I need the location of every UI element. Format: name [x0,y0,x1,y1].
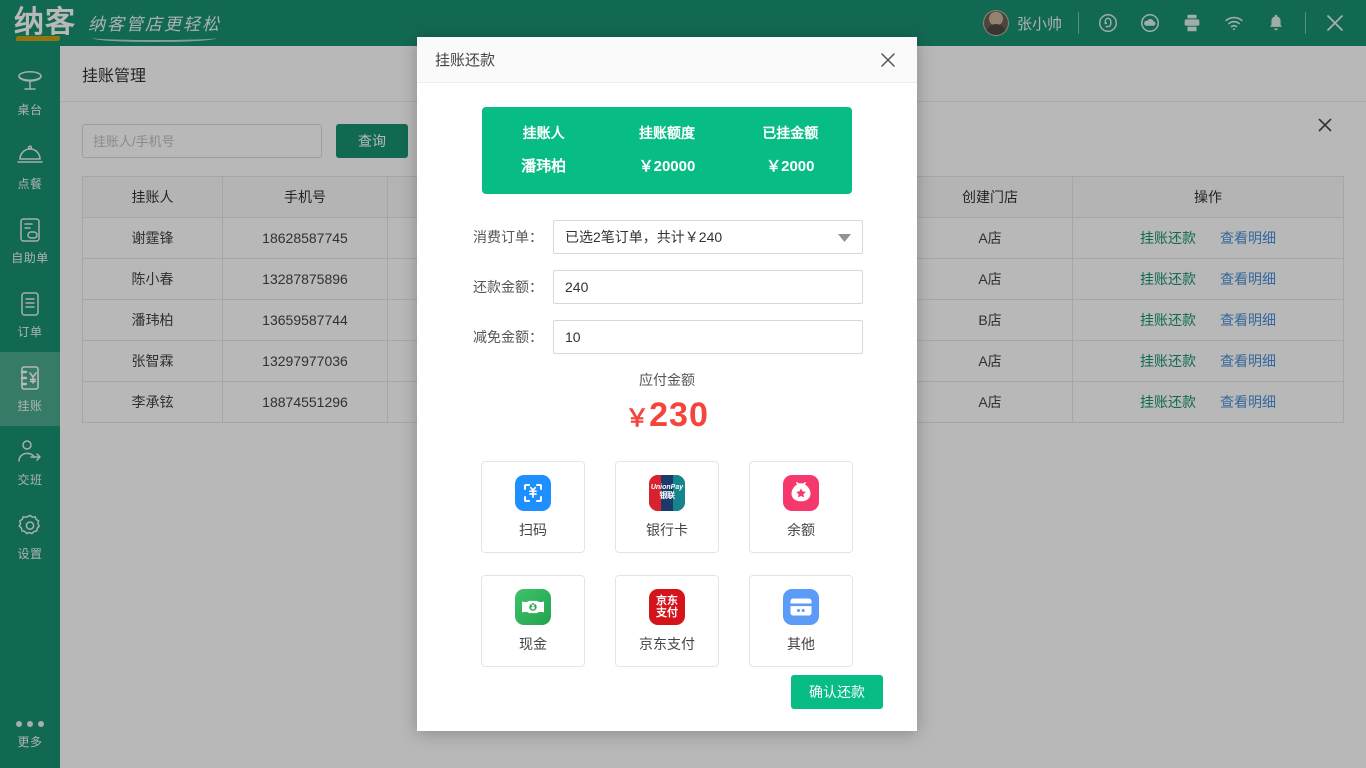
repay-amount-label: 还款金额： [471,277,553,297]
due-amount-label: 应付金额 [417,370,917,390]
close-icon[interactable] [877,49,899,71]
payment-method-other[interactable]: 其他 [749,575,853,667]
payment-method-jdpay[interactable]: 京东 支付 京东支付 [615,575,719,667]
payment-method-balance[interactable]: 余额 [749,461,853,553]
modal-footer: 确认还款 [417,675,917,731]
repayment-form: 消费订单： 已选2笔订单，共计￥240 还款金额： 240 减免金 [471,220,863,354]
summary-value: ￥20000 [605,155,728,176]
discount-amount-value: 10 [565,329,581,345]
discount-amount-input[interactable]: 10 [553,320,863,354]
unionpay-card-icon: UnionPay 银联 [649,475,685,511]
payment-method-label: 余额 [787,520,815,540]
other-card-icon [783,589,819,625]
due-amount-number: 230 [649,396,709,434]
repay-amount-value: 240 [565,279,588,295]
due-amount-value: ￥230 [417,396,917,435]
summary-value: 潘玮柏 [482,155,605,176]
app-root: 纳客 纳客管店更轻松 张小帅 [0,0,1366,768]
due-amount-block: 应付金额 ￥230 [417,370,917,435]
payment-method-scan[interactable]: 扫码 [481,461,585,553]
repayment-modal: 挂账还款 挂账人 潘玮柏 挂账额度 ￥20000 已挂金额 ￥20 [417,37,917,731]
orders-label: 消费订单： [471,227,553,247]
form-row-discount-amount: 减免金额： 10 [471,320,863,354]
cash-icon [515,589,551,625]
modal-body: 挂账人 潘玮柏 挂账额度 ￥20000 已挂金额 ￥2000 消费订单： 已选2… [417,83,917,675]
payment-method-label: 现金 [519,634,547,654]
summary-col-outstanding: 已挂金额 ￥2000 [729,123,852,176]
summary-col-limit: 挂账额度 ￥20000 [605,123,728,176]
payment-method-bankcard[interactable]: UnionPay 银联 银行卡 [615,461,719,553]
confirm-repayment-button[interactable]: 确认还款 [791,675,883,709]
summary-value: ￥2000 [729,155,852,176]
summary-label: 已挂金额 [729,123,852,143]
form-row-orders: 消费订单： 已选2笔订单，共计￥240 [471,220,863,254]
balance-wallet-icon [783,475,819,511]
payment-method-label: 银行卡 [646,520,688,540]
payment-method-label: 其他 [787,634,815,654]
scan-pay-icon [515,475,551,511]
modal-title: 挂账还款 [435,49,495,70]
jd-pay-line2: 支付 [656,606,678,619]
summary-label: 挂账人 [482,123,605,143]
summary-label: 挂账额度 [605,123,728,143]
payment-method-label: 扫码 [519,520,547,540]
jd-pay-icon: 京东 支付 [649,589,685,625]
orders-selected-value: 已选2笔订单，共计￥240 [565,227,722,247]
payment-method-cash[interactable]: 现金 [481,575,585,667]
unionpay-cn-text: 银联 [660,492,675,501]
payment-method-label: 京东支付 [639,634,695,654]
orders-select[interactable]: 已选2笔订单，共计￥240 [553,220,863,254]
modal-header: 挂账还款 [417,37,917,83]
summary-col-debtor: 挂账人 潘玮柏 [482,123,605,176]
payment-method-grid: 扫码 UnionPay 银联 银行卡 [481,461,853,667]
currency-symbol: ￥ [625,405,649,432]
chevron-down-icon [838,229,851,245]
repay-amount-input[interactable]: 240 [553,270,863,304]
discount-amount-label: 减免金额： [471,327,553,347]
credit-summary-card: 挂账人 潘玮柏 挂账额度 ￥20000 已挂金额 ￥2000 [482,107,852,194]
form-row-repay-amount: 还款金额： 240 [471,270,863,304]
